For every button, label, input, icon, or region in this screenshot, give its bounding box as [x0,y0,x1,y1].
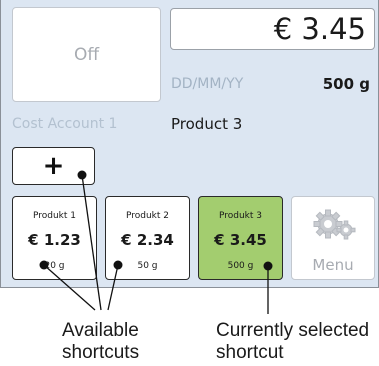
cost-account-label: Cost Account 1 [12,116,118,132]
shortcut-price: € 3.45 [214,231,267,249]
shortcut-name: Produkt 2 [125,211,170,221]
price-value: € 3.45 [273,12,366,46]
terminal-screen: Off € 3.45 DD/MM/YY 500 g Cost Account 1… [0,0,379,288]
plus-icon: + [42,151,65,181]
shortcut-name: Produkt 1 [32,211,77,221]
current-product-name: Product 3 [171,115,243,133]
shortcut-button-produkt-2[interactable]: Produkt 2 € 2.34 50 g [105,196,190,280]
caption-line: Currently selected [216,320,370,341]
off-button-label: Off [73,44,100,65]
weight-value: 500 g [322,75,370,93]
caption-line: Available [62,320,139,341]
date-placeholder: DD/MM/YY [171,76,244,92]
add-shortcut-button[interactable]: + [12,147,95,185]
shortcut-price: € 2.34 [121,231,174,249]
shortcut-button-produkt-1[interactable]: Produkt 1 € 1.23 20 g [12,196,97,280]
gears-icon [313,209,356,240]
shortcut-weight: 500 g [227,261,254,271]
shortcut-button-produkt-3[interactable]: Produkt 3 € 3.45 500 g [198,196,283,280]
caption-line: shortcuts [62,342,140,363]
caption-currently-selected: Currently selected shortcut [216,320,369,364]
menu-label: Menu [312,256,354,274]
menu-button[interactable]: Menu [291,196,375,280]
shortcut-weight: 50 g [137,261,158,271]
off-button[interactable]: Off [12,7,161,102]
caption-available-shortcuts: Available shortcuts [62,320,139,364]
shortcut-weight: 20 g [44,261,65,271]
caption-line: shortcut [216,342,284,363]
shortcut-price: € 1.23 [28,231,81,249]
price-display: € 3.45 [170,8,375,50]
shortcut-name: Produkt 3 [218,211,263,221]
